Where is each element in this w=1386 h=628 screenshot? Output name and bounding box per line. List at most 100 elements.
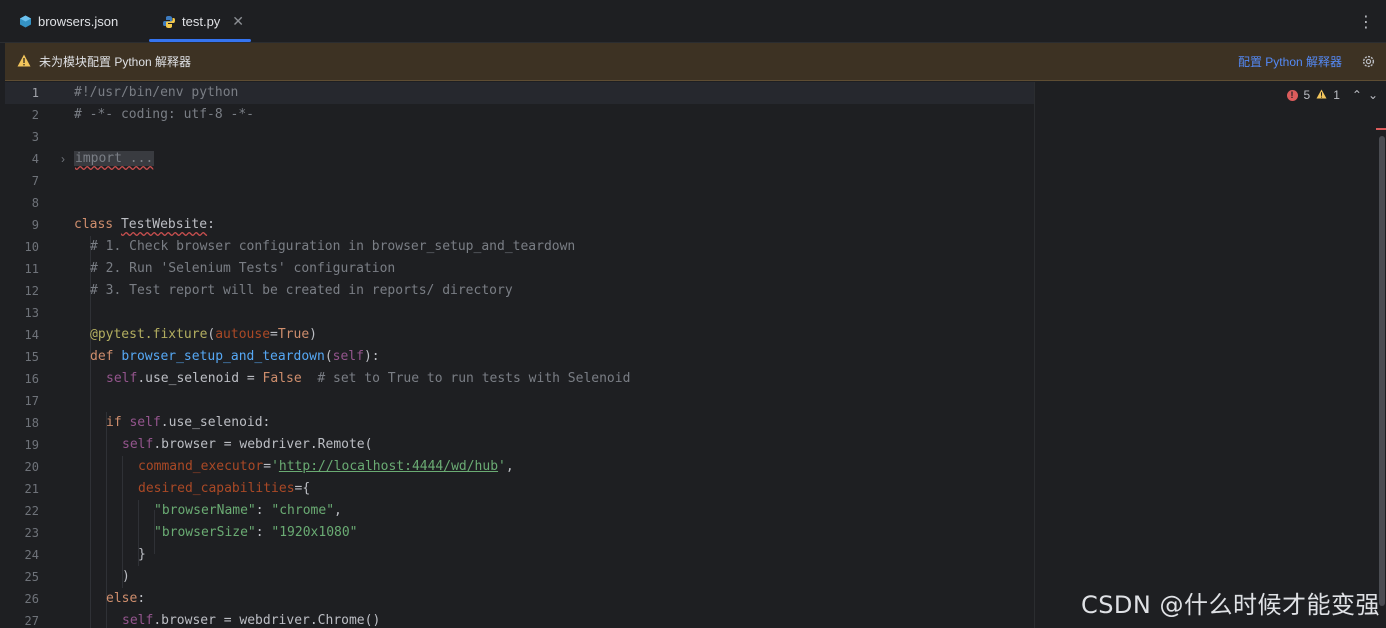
code-line: class TestWebsite: bbox=[74, 214, 215, 236]
code-line: else: bbox=[106, 588, 145, 610]
keyword: if bbox=[106, 415, 122, 430]
string: "browserName" bbox=[154, 503, 256, 518]
code-line: self.browser = webdriver.Remote( bbox=[122, 434, 372, 456]
code-text: .browser = webdriver.Chrome() bbox=[153, 613, 381, 628]
tab-test-py[interactable]: test.py ✕ bbox=[162, 0, 244, 43]
interpreter-warning-banner: 未为模块配置 Python 解释器 配置 Python 解释器 bbox=[5, 43, 1386, 81]
line-number: 13 bbox=[24, 306, 39, 320]
code-line: #!/usr/bin/env python bbox=[74, 85, 239, 100]
keyword: def bbox=[90, 349, 114, 364]
editor-tab-bar: browsers.json test.py ✕ ⋮ bbox=[0, 0, 1386, 43]
more-options-icon[interactable]: ⋮ bbox=[1358, 12, 1374, 32]
line-number: 21 bbox=[24, 482, 39, 496]
tab-label: test.py bbox=[182, 14, 221, 29]
decorator: @pytest.fixture bbox=[90, 327, 208, 342]
error-stripe-marker[interactable] bbox=[1376, 128, 1386, 130]
line-number: 25 bbox=[24, 570, 39, 584]
watermark: CSDN @什么时候才能变强 bbox=[1080, 591, 1380, 619]
punct: , bbox=[334, 503, 342, 518]
code-line: command_executor='http://localhost:4444/… bbox=[138, 456, 514, 478]
code-line: self.use_selenoid = False # set to True … bbox=[106, 368, 630, 390]
code-text: .browser = webdriver.Remote( bbox=[153, 437, 373, 452]
tab-label: browsers.json bbox=[38, 14, 119, 29]
quote: ' bbox=[271, 459, 279, 474]
right-margin-guide bbox=[1034, 82, 1035, 628]
code-line: # 3. Test report will be created in repo… bbox=[90, 283, 513, 298]
chevron-up-icon[interactable]: ⌃ bbox=[1352, 88, 1362, 102]
fold-expand-icon[interactable]: › bbox=[61, 152, 65, 166]
code-text: .use_selenoid: bbox=[160, 415, 271, 430]
self: self bbox=[122, 437, 154, 452]
keyword: else bbox=[106, 591, 138, 606]
folded-imports[interactable]: import ... bbox=[74, 151, 155, 166]
self: self bbox=[129, 415, 161, 430]
literal: True bbox=[277, 327, 310, 342]
line-number: 3 bbox=[31, 130, 39, 144]
punct: : bbox=[255, 503, 272, 518]
line-number: 18 bbox=[24, 416, 39, 430]
tab-browsers-json[interactable]: browsers.json bbox=[18, 0, 118, 43]
line-number: 7 bbox=[31, 174, 39, 188]
gear-icon[interactable] bbox=[1361, 54, 1376, 72]
param: command_executor bbox=[138, 459, 264, 474]
line-number: 10 bbox=[24, 240, 39, 254]
close-icon[interactable]: ✕ bbox=[232, 13, 244, 30]
line-number-gutter: 1 2 3 4 7 8 9 10 11 12 13 14 15 16 17 18… bbox=[5, 82, 67, 628]
punct: = bbox=[263, 459, 272, 474]
code-line: desired_capabilities={ bbox=[138, 478, 310, 500]
code-line: self.browser = webdriver.Chrome() bbox=[122, 610, 380, 628]
param: desired_capabilities bbox=[138, 481, 295, 496]
line-number: 19 bbox=[24, 438, 39, 452]
code-line: if self.use_selenoid: bbox=[106, 412, 270, 434]
warning-icon bbox=[17, 54, 31, 70]
code-line: import ... bbox=[74, 148, 155, 170]
code-editor[interactable]: 1 2 3 4 7 8 9 10 11 12 13 14 15 16 17 18… bbox=[5, 82, 1386, 628]
punct: ): bbox=[363, 349, 380, 364]
punct: ( bbox=[324, 349, 333, 364]
error-count: 5 bbox=[1303, 88, 1311, 102]
line-number: 14 bbox=[24, 328, 39, 342]
quote: ' bbox=[498, 459, 506, 474]
warning-count: 1 bbox=[1333, 88, 1340, 102]
code-line: # -*- coding: utf-8 -*- bbox=[74, 107, 255, 122]
line-number: 4 bbox=[31, 152, 39, 166]
line-number: 26 bbox=[24, 592, 39, 606]
code-text: .use_selenoid = bbox=[137, 371, 263, 386]
self: self bbox=[122, 613, 154, 628]
code-line: # 1. Check browser configuration in brow… bbox=[90, 239, 576, 254]
line-number: 15 bbox=[24, 350, 39, 364]
line-number: 24 bbox=[24, 548, 39, 562]
code-line: ) bbox=[122, 569, 130, 584]
code-line: # 2. Run 'Selenium Tests' configuration bbox=[90, 261, 396, 276]
code-line: @pytest.fixture(autouse=True) bbox=[90, 324, 317, 346]
line-number: 2 bbox=[31, 108, 39, 122]
string: "browserSize" bbox=[154, 525, 256, 540]
self: self bbox=[332, 349, 364, 364]
line-number: 27 bbox=[24, 614, 39, 628]
string: "chrome" bbox=[271, 503, 335, 518]
class-name: TestWebsite bbox=[120, 217, 208, 232]
banner-message: 未为模块配置 Python 解释器 bbox=[39, 55, 192, 69]
line-number: 16 bbox=[24, 372, 39, 386]
chevron-down-icon[interactable]: ⌄ bbox=[1368, 88, 1378, 102]
vertical-scrollbar[interactable] bbox=[1379, 136, 1385, 606]
keyword: class bbox=[74, 217, 114, 232]
configure-interpreter-link[interactable]: 配置 Python 解释器 bbox=[1238, 53, 1342, 70]
line-number: 23 bbox=[24, 526, 39, 540]
function-name: browser_setup_and_teardown bbox=[121, 349, 325, 364]
code-line: } bbox=[138, 547, 146, 562]
code-line: def browser_setup_and_teardown(self): bbox=[90, 346, 380, 368]
line-number: 9 bbox=[31, 218, 39, 232]
line-number: 8 bbox=[31, 196, 39, 210]
self: self bbox=[106, 371, 138, 386]
line-number: 17 bbox=[24, 394, 39, 408]
url-link[interactable]: http://localhost:4444/wd/hub bbox=[279, 459, 498, 474]
warning-icon bbox=[1316, 88, 1327, 102]
line-number: 11 bbox=[24, 262, 39, 276]
inspection-widget[interactable]: ! 5 1 ⌃ ⌄ bbox=[1286, 88, 1378, 102]
line-number: 1 bbox=[31, 86, 39, 100]
literal: False bbox=[262, 371, 302, 386]
code-line: "browserSize": "1920x1080" bbox=[154, 522, 358, 544]
line-number: 22 bbox=[24, 504, 39, 518]
punct: : bbox=[255, 525, 272, 540]
